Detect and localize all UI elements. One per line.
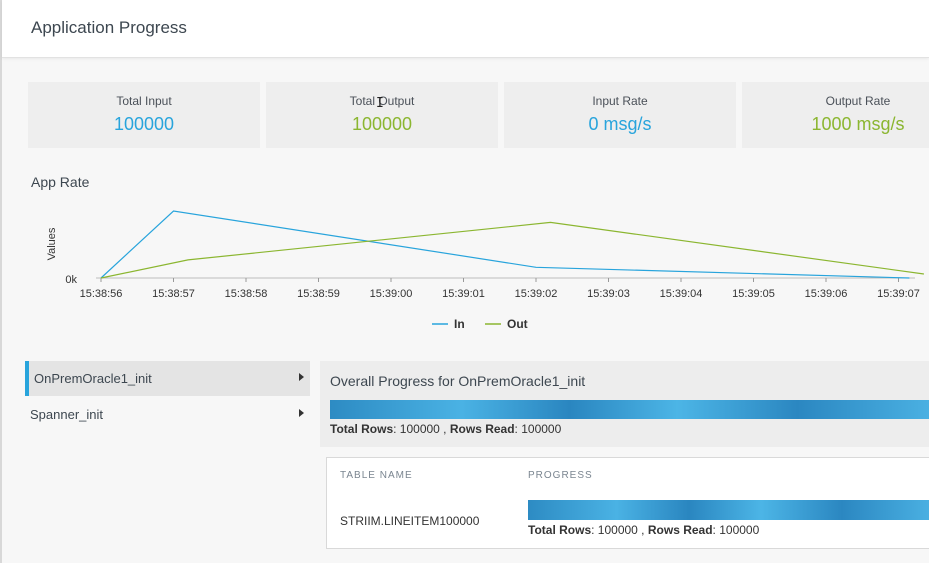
stat-label: Total Input: [116, 94, 172, 108]
overall-progress-panel: Overall Progress for OnPremOracle1_init …: [320, 361, 929, 447]
overall-progress-stats: Total Rows: 100000 , Rows Read: 100000: [330, 422, 562, 436]
sidebar-item-spanner-init[interactable]: Spanner_init: [25, 397, 310, 432]
sidebar-item-label: OnPremOracle1_init: [34, 371, 152, 386]
x-tick-label: 15:39:07: [877, 288, 920, 300]
stat-card-output-rate: Output Rate 1000 msg/s: [742, 82, 929, 148]
total-rows-value: 100000: [399, 422, 440, 436]
stat-card-input-rate: Input Rate 0 msg/s: [504, 82, 736, 148]
text-cursor-icon: I: [376, 96, 384, 111]
x-tick-label: 15:39:04: [660, 288, 703, 300]
stat-card-total-output: Total Output 100000: [266, 82, 498, 148]
x-tick-label: 15:39:02: [515, 288, 558, 300]
table-row-progress-bar: [528, 500, 929, 520]
chevron-right-icon: [299, 373, 304, 381]
legend-label-out: Out: [507, 317, 528, 331]
column-header-table-name: TABLE NAME: [340, 470, 413, 481]
table-progress-panel: TABLE NAME PROGRESS STRIIM.LINEITEM10000…: [326, 457, 929, 549]
y-tick-label: 0k: [65, 274, 77, 286]
total-rows-value: 100000: [597, 523, 638, 537]
app-rate-chart: 15:38:56 15:38:57 15:38:58 15:38:59 15:39:00…: [46, 210, 924, 331]
x-tick-label: 15:39:03: [587, 288, 630, 300]
overall-progress-title: Overall Progress for OnPremOracle1_init: [330, 373, 586, 389]
rows-read-label: Rows Read: [647, 523, 713, 537]
app-rate-title: App Rate: [31, 174, 90, 190]
page-header: Application Progress: [2, 0, 929, 58]
x-tick-label: 15:38:56: [80, 288, 123, 300]
x-tick-label: 15:39:01: [442, 288, 485, 300]
y-axis-title: Values: [46, 227, 58, 260]
chevron-right-icon: [299, 409, 304, 417]
stat-label: Output Rate: [825, 94, 891, 108]
overall-progress-bar: [330, 400, 929, 419]
column-header-progress: PROGRESS: [528, 470, 593, 481]
x-tick-label: 15:39:06: [805, 288, 848, 300]
total-rows-label: Total Rows: [528, 523, 592, 537]
stat-label: Input Rate: [592, 94, 648, 108]
sidebar-item-label: Spanner_init: [30, 407, 103, 422]
x-tick-label: 15:39:00: [370, 288, 413, 300]
chart-legend: In Out: [432, 317, 528, 331]
legend-label-in: In: [454, 317, 465, 331]
stat-value: 0 msg/s: [588, 114, 652, 134]
series-line-out: [100, 221, 924, 279]
page-title: Application Progress: [31, 18, 187, 37]
chart-axis: 15:38:56 15:38:57 15:38:58 15:38:59 15:39:00…: [46, 227, 920, 300]
rows-read-label: Rows Read: [449, 422, 515, 436]
stat-value: 1000 msg/s: [811, 114, 905, 134]
x-tick-label: 15:38:58: [225, 288, 268, 300]
total-rows-label: Total Rows: [330, 422, 394, 436]
rows-read-value: 100000: [521, 422, 562, 436]
stat-value: 100000: [113, 114, 175, 134]
stat-card-total-input: Total Input 100000: [28, 82, 260, 148]
rows-read-value: 100000: [719, 523, 760, 537]
table-row-progress-stats: Total Rows: 100000 , Rows Read: 100000: [528, 523, 760, 537]
x-tick-label: 15:39:05: [732, 288, 775, 300]
x-tick-label: 15:38:57: [152, 288, 195, 300]
chart-series: [100, 210, 924, 279]
stat-value: 100000: [351, 114, 413, 134]
x-tick-label: 15:38:59: [297, 288, 340, 300]
table-name-cell: STRIIM.LINEITEM100000: [340, 514, 480, 528]
series-line-in: [100, 210, 910, 279]
sidebar-item-onpremoracle1-init[interactable]: OnPremOracle1_init: [25, 361, 310, 396]
